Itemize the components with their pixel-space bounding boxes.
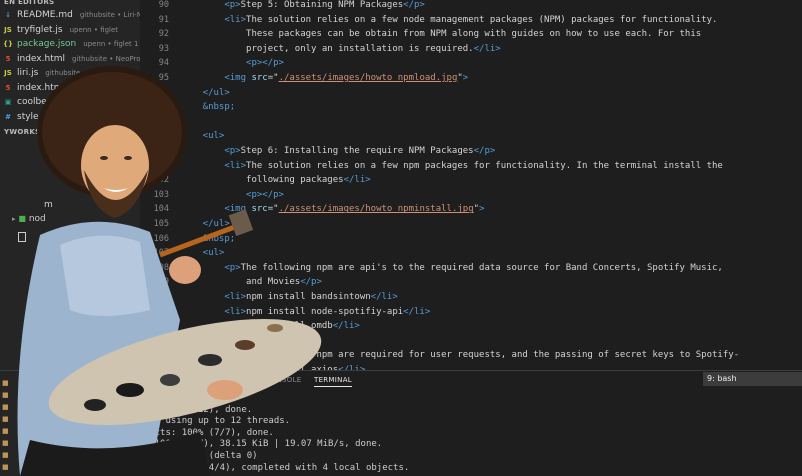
painter-figure-image xyxy=(17,66,322,476)
code-token: </p> xyxy=(403,0,425,10)
open-editor-item[interactable]: JS tryfiglet.js upenn • figlet xyxy=(0,23,140,38)
open-editor-detail: upenn • figlet xyxy=(69,25,119,34)
code-token: <li> xyxy=(181,14,247,25)
open-editor-name: README.md xyxy=(17,10,73,20)
code-token: </p> xyxy=(473,146,496,156)
json-icon: {} xyxy=(3,40,13,48)
code-token: </li> xyxy=(343,175,371,186)
code-line: <li>The solution relies on a few node ma… xyxy=(181,13,717,28)
line-number: 92 xyxy=(158,29,169,40)
code-line: <p>Step 5: Obtaining NPM Packages</p> xyxy=(181,0,425,13)
open-editor-name: package.json xyxy=(17,39,77,49)
code-token: </li> xyxy=(473,43,501,54)
code-line: project, only an installation is require… xyxy=(181,42,501,57)
js-icon: JS xyxy=(4,25,12,34)
code-token: </li> xyxy=(403,306,431,317)
open-editor-item[interactable]: {} package.json upenn • figlet 1 xyxy=(0,37,140,52)
code-line: These packages can be obtain from NPM al… xyxy=(181,27,701,42)
line-number: 90 xyxy=(158,0,169,10)
line-number: 93 xyxy=(158,43,169,54)
open-editor-name: tryfiglet.js xyxy=(17,24,63,35)
code-token: project, only an installation is require… xyxy=(181,43,474,54)
code-token: The solution relies on a few node manage… xyxy=(246,14,718,25)
code-token: These packages can be obtain from NPM al… xyxy=(181,29,702,40)
open-editor-detail: upenn • figlet 1 xyxy=(83,40,139,48)
code-token: <p> xyxy=(181,0,241,10)
open-editor-detail: githubsite • Liri-N... xyxy=(79,11,140,19)
open-editor-item[interactable]: ↓ README.md githubsite • Liri-N... xyxy=(0,8,140,23)
code-token: > xyxy=(462,73,469,83)
code-token: Step 5: Obtaining NPM Packages xyxy=(240,0,404,10)
code-token: > xyxy=(479,204,485,215)
line-number: 91 xyxy=(158,14,169,25)
md-icon: ↓ xyxy=(5,11,11,19)
code-token: </li> xyxy=(370,292,398,302)
terminal-select[interactable]: 9: bash xyxy=(703,372,802,386)
code-token: </li> xyxy=(332,321,360,332)
terminal-select-value: 9: bash xyxy=(707,374,737,383)
